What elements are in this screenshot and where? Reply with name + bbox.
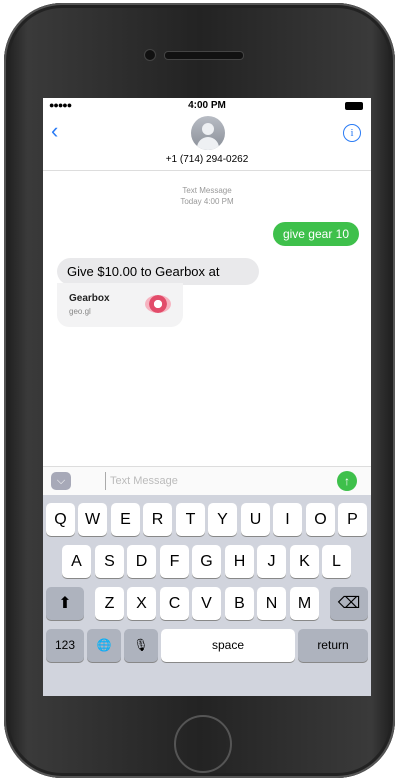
return-key[interactable]: return <box>298 629 368 662</box>
key-d[interactable]: D <box>127 545 156 578</box>
message-bubble-incoming[interactable]: Give $10.00 to Gearbox at <box>57 258 259 285</box>
key-i[interactable]: I <box>273 503 302 536</box>
key-e[interactable]: E <box>111 503 140 536</box>
key-h[interactable]: H <box>225 545 254 578</box>
key-p[interactable]: P <box>338 503 367 536</box>
header-divider <box>43 170 371 171</box>
key-u[interactable]: U <box>241 503 270 536</box>
numbers-key[interactable]: 123 <box>46 629 84 662</box>
key-o[interactable]: O <box>306 503 335 536</box>
compose-bar: ⌵ Text Message ↑ <box>43 466 371 495</box>
key-s[interactable]: S <box>95 545 124 578</box>
key-v[interactable]: V <box>192 587 221 620</box>
key-f[interactable]: F <box>160 545 189 578</box>
key-q[interactable]: Q <box>46 503 75 536</box>
service-label: Text Message <box>182 186 232 195</box>
key-k[interactable]: K <box>290 545 319 578</box>
link-card-subtitle: geo.gl <box>69 307 91 316</box>
earpiece-speaker <box>164 51 244 60</box>
link-card-title: Gearbox <box>69 293 110 304</box>
keyboard: Q W E R T Y U I O P A S D F G H J K L ⬆ … <box>43 495 371 696</box>
key-t[interactable]: T <box>176 503 205 536</box>
key-c[interactable]: C <box>160 587 189 620</box>
space-key[interactable]: space <box>161 629 295 662</box>
key-m[interactable]: M <box>290 587 319 620</box>
send-arrow-icon[interactable]: ↑ <box>337 471 357 491</box>
phone-frame: ●●●●● 4:00 PM ‹ i +1 (714) 294-0262 Text… <box>4 3 395 778</box>
front-camera <box>144 49 156 61</box>
globe-icon[interactable]: 🌐 <box>87 629 121 662</box>
timestamp: Today 4:00 PM <box>180 197 234 206</box>
delete-key[interactable]: ⌫ <box>330 587 368 620</box>
key-b[interactable]: B <box>225 587 254 620</box>
message-input[interactable]: Text Message <box>105 472 340 490</box>
shift-key[interactable]: ⬆ <box>46 587 84 620</box>
key-z[interactable]: Z <box>95 587 124 620</box>
key-j[interactable]: J <box>257 545 286 578</box>
message-bubble-outgoing[interactable]: give gear 10 <box>272 222 359 246</box>
home-button[interactable] <box>174 715 232 773</box>
screen: ●●●●● 4:00 PM ‹ i +1 (714) 294-0262 Text… <box>43 98 371 696</box>
key-y[interactable]: Y <box>208 503 237 536</box>
battery-icon <box>345 102 363 110</box>
key-n[interactable]: N <box>257 587 286 620</box>
microphone-icon[interactable]: 🎙 <box>124 629 158 662</box>
key-g[interactable]: G <box>192 545 221 578</box>
key-w[interactable]: W <box>78 503 107 536</box>
status-bar: ●●●●● 4:00 PM <box>43 98 371 114</box>
chevron-left-icon[interactable]: ‹ <box>51 120 58 142</box>
gearbox-logo-icon <box>145 295 171 313</box>
key-r[interactable]: R <box>143 503 172 536</box>
key-l[interactable]: L <box>322 545 351 578</box>
status-time: 4:00 PM <box>188 100 226 111</box>
key-x[interactable]: X <box>127 587 156 620</box>
link-preview-card[interactable]: Gearbox geo.gl <box>57 283 183 327</box>
info-icon[interactable]: i <box>343 124 361 142</box>
app-store-icon[interactable]: ⌵ <box>51 472 71 490</box>
key-a[interactable]: A <box>62 545 91 578</box>
avatar[interactable] <box>191 116 225 150</box>
contact-number[interactable]: +1 (714) 294-0262 <box>43 154 371 165</box>
